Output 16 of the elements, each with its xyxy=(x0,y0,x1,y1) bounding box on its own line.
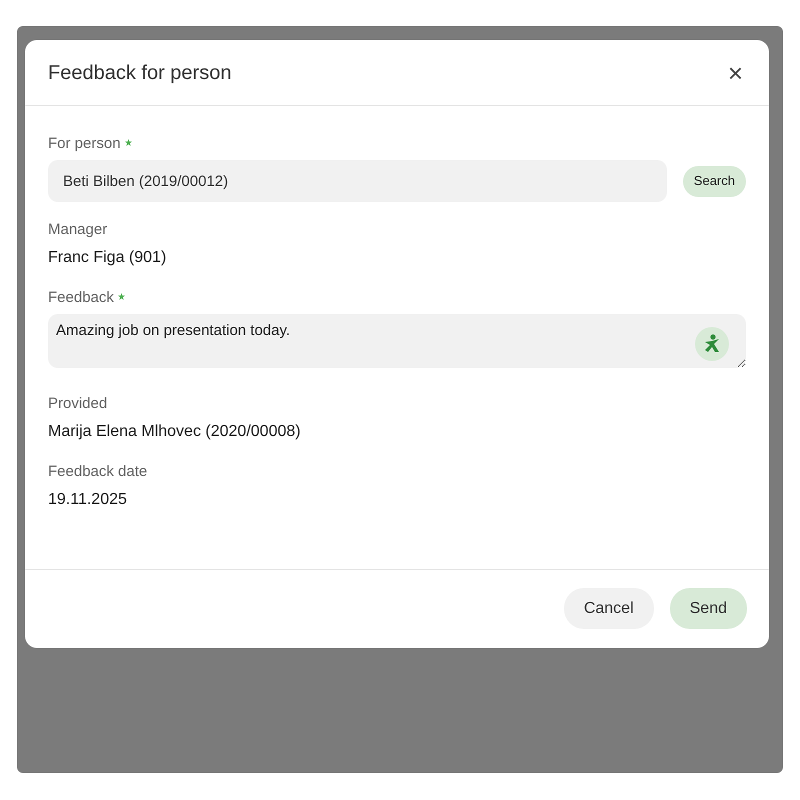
dialog-title: Feedback for person xyxy=(48,60,232,86)
field-label: Feedback xyxy=(48,288,114,308)
field-value: Marija Elena Mlhovec (2020/00008) xyxy=(48,422,302,442)
field-label: Manager xyxy=(48,220,108,240)
field-value: 19.11.2025 xyxy=(48,490,128,510)
field-label: Provided xyxy=(48,394,108,414)
person-icon xyxy=(703,334,721,354)
field-value: Franc Figa (901) xyxy=(48,248,168,268)
cancel-button[interactable]: Cancel xyxy=(564,588,654,629)
send-button[interactable]: Send xyxy=(670,588,747,629)
field-label: For person xyxy=(48,134,121,154)
person-field[interactable]: Beti Bilben (2019/00012) xyxy=(48,160,667,202)
search-button[interactable]: Search xyxy=(682,166,746,196)
feedback-field[interactable]: Amazing job on presentation today. xyxy=(48,314,746,368)
close-button[interactable]: × xyxy=(724,60,747,86)
field-label: Feedback date xyxy=(48,462,148,482)
